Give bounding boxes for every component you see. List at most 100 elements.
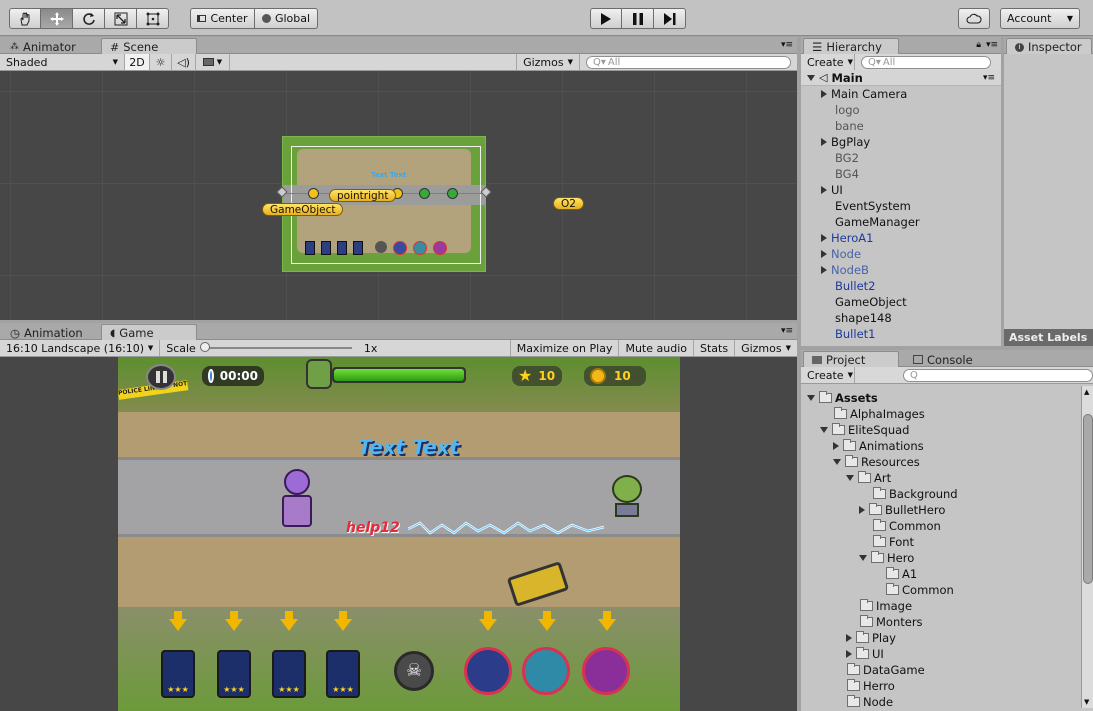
project-item[interactable]: DataGame xyxy=(833,662,925,678)
label-o2[interactable]: O2 xyxy=(553,197,584,210)
asset-labels-bar[interactable]: Asset Labels xyxy=(1004,329,1093,346)
project-item[interactable]: UI xyxy=(846,646,884,662)
node-dot[interactable] xyxy=(447,188,458,199)
space-global-button[interactable]: Global xyxy=(255,8,318,29)
step-button[interactable] xyxy=(654,8,686,29)
label-gameobject[interactable]: GameObject xyxy=(262,203,344,216)
lock-icon[interactable]: 🔒︎ xyxy=(976,40,981,50)
game-viewport[interactable]: POLICE LINE DO NOT CROSS 00:00 ★ 10 10 T… xyxy=(0,357,797,711)
scale-slider-thumb[interactable] xyxy=(199,342,210,352)
project-item[interactable]: Assets xyxy=(807,390,878,406)
expand-arrow-icon[interactable] xyxy=(820,427,828,433)
expand-arrow-icon[interactable] xyxy=(821,186,827,194)
project-scroll-thumb[interactable] xyxy=(1083,414,1093,584)
project-create-dropdown[interactable]: Create ▼ xyxy=(801,367,855,383)
hierarchy-item[interactable]: shape148 xyxy=(821,310,892,326)
project-item[interactable]: Monters xyxy=(846,614,923,630)
hierarchy-item[interactable]: UI xyxy=(821,182,843,198)
hierarchy-scene-row[interactable]: ◁ Main ▾≡ xyxy=(801,70,1001,86)
project-item[interactable]: Common xyxy=(872,582,954,598)
hierarchy-item[interactable]: Main Camera xyxy=(821,86,907,102)
rotate-tool-button[interactable] xyxy=(73,8,105,29)
hierarchy-item[interactable]: GameManager xyxy=(821,214,920,230)
tab-animation[interactable]: ◷ Animation xyxy=(2,324,91,340)
effects-dropdown[interactable]: ▼ xyxy=(196,54,230,70)
lighting-toggle[interactable]: ☼ xyxy=(150,54,172,70)
expand-arrow-icon[interactable] xyxy=(807,74,815,81)
scroll-down-icon[interactable]: ▼ xyxy=(1084,698,1089,706)
project-item[interactable]: EliteSquad xyxy=(820,422,909,438)
maximize-on-play-toggle[interactable]: Maximize on Play xyxy=(511,340,620,356)
project-item[interactable]: Play xyxy=(846,630,896,646)
hierarchy-item[interactable]: HeroA1 xyxy=(821,230,873,246)
hierarchy-item[interactable]: BgPlay xyxy=(821,134,870,150)
hierarchy-item[interactable]: BG4 xyxy=(821,166,859,182)
tab-game[interactable]: ◖ Game xyxy=(101,324,197,340)
hero-card[interactable]: ★★★ xyxy=(326,650,360,698)
cloud-button[interactable] xyxy=(958,8,990,29)
move-tool-button[interactable] xyxy=(41,8,73,29)
expand-arrow-icon[interactable] xyxy=(821,90,827,98)
project-item[interactable]: BulletHero xyxy=(859,502,945,518)
scale-slider[interactable] xyxy=(199,342,352,352)
hand-tool-button[interactable] xyxy=(9,8,41,29)
project-item[interactable]: Background xyxy=(859,486,958,502)
expand-arrow-icon[interactable] xyxy=(821,250,827,258)
mode-2d-toggle[interactable]: 2D xyxy=(125,54,150,70)
project-item[interactable]: Art xyxy=(846,470,891,486)
project-item[interactable]: Hero xyxy=(859,550,914,566)
expand-arrow-icon[interactable] xyxy=(821,266,827,274)
hero-card[interactable]: ★★★ xyxy=(161,650,195,698)
pivot-center-button[interactable]: Center xyxy=(190,8,255,29)
scene-search-input[interactable]: Q▾ All xyxy=(586,55,791,69)
hierarchy-item[interactable]: BG2 xyxy=(821,150,859,166)
scene-menu-icon[interactable]: ▾≡ xyxy=(983,73,995,83)
collapse-arrow-icon[interactable] xyxy=(833,442,839,450)
project-item[interactable]: Font xyxy=(859,534,914,550)
hierarchy-item[interactable]: logo xyxy=(821,102,860,118)
hierarchy-item[interactable]: Bullet1 xyxy=(821,326,875,342)
project-item[interactable]: Node xyxy=(833,694,893,710)
gizmos-dropdown[interactable]: Gizmos ▼ xyxy=(516,54,580,70)
play-button[interactable] xyxy=(590,8,622,29)
expand-arrow-icon[interactable] xyxy=(846,475,854,481)
collapse-arrow-icon[interactable] xyxy=(859,506,865,514)
hierarchy-item[interactable]: GameObject xyxy=(821,294,907,310)
tab-console[interactable]: Console xyxy=(905,351,981,367)
scene-viewport[interactable]: Text Text pointright GameObject O2 xyxy=(0,71,797,320)
expand-arrow-icon[interactable] xyxy=(833,459,841,465)
hero-card[interactable]: ★★★ xyxy=(217,650,251,698)
rect-tool-button[interactable] xyxy=(137,8,169,29)
project-scrollbar[interactable]: ▲ ▼ xyxy=(1081,386,1093,708)
tab-scene[interactable]: # Scene xyxy=(101,38,197,54)
project-item[interactable]: Resources xyxy=(833,454,920,470)
hierarchy-create-dropdown[interactable]: Create ▼ xyxy=(801,54,855,70)
project-item[interactable]: Image xyxy=(846,598,912,614)
panel-menu-icon[interactable]: ▾≡ xyxy=(781,40,793,50)
node-dot[interactable] xyxy=(419,188,430,199)
project-item[interactable]: Animations xyxy=(833,438,924,454)
hierarchy-item[interactable]: bane xyxy=(821,118,864,134)
project-item[interactable]: AlphaImages xyxy=(820,406,925,422)
project-item[interactable]: Common xyxy=(859,518,941,534)
aspect-dropdown[interactable]: 16:10 Landscape (16:10) ▼ xyxy=(0,340,161,356)
node-dot[interactable] xyxy=(308,188,319,199)
audio-toggle[interactable]: ◁) xyxy=(172,54,196,70)
hero-card[interactable]: ★★★ xyxy=(272,650,306,698)
expand-arrow-icon[interactable] xyxy=(821,138,827,146)
hierarchy-item[interactable]: NodeB xyxy=(821,262,869,278)
tab-project[interactable]: Project xyxy=(803,351,899,367)
panel-menu-icon[interactable]: ▾≡ xyxy=(781,326,793,336)
power-button-2[interactable] xyxy=(522,647,570,695)
skull-button[interactable]: ☠ xyxy=(394,651,434,691)
label-pointright[interactable]: pointright xyxy=(329,189,397,202)
power-button-1[interactable] xyxy=(464,647,512,695)
collapse-arrow-icon[interactable] xyxy=(846,650,852,658)
pause-game-button[interactable] xyxy=(146,364,176,390)
pause-button[interactable] xyxy=(622,8,654,29)
hierarchy-item[interactable]: EventSystem xyxy=(821,198,911,214)
shading-mode-dropdown[interactable]: Shaded ▼ xyxy=(0,54,125,70)
hierarchy-item[interactable]: Node xyxy=(821,246,861,262)
project-item[interactable]: Herro xyxy=(833,678,895,694)
stats-toggle[interactable]: Stats xyxy=(694,340,736,356)
